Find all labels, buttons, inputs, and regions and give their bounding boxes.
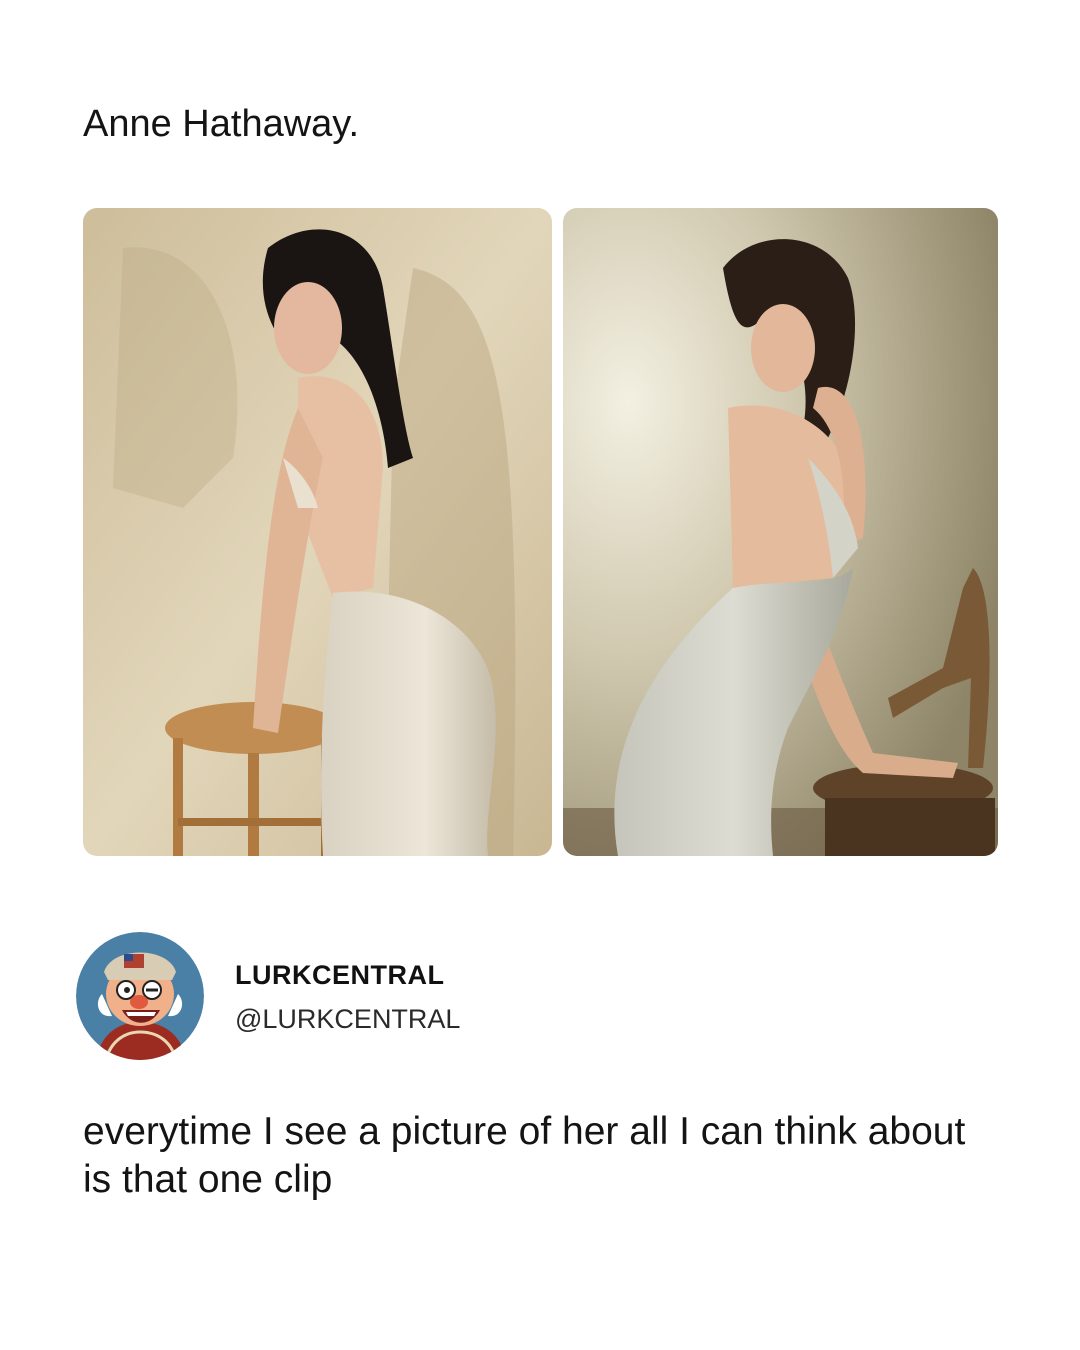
photo-right-image (563, 208, 998, 856)
avatar-image (76, 932, 204, 1060)
photo-left[interactable] (83, 208, 552, 856)
post-caption: Anne Hathaway. (83, 103, 360, 145)
photo-left-image (83, 208, 552, 856)
author-display-name[interactable]: LURKCENTRAL (235, 960, 444, 991)
tweet-text: everytime I see a picture of her all I c… (83, 1110, 966, 1201)
author-handle[interactable]: @LURKCENTRAL (235, 1004, 460, 1035)
photo-right[interactable] (563, 208, 998, 856)
avatar[interactable] (76, 932, 204, 1060)
